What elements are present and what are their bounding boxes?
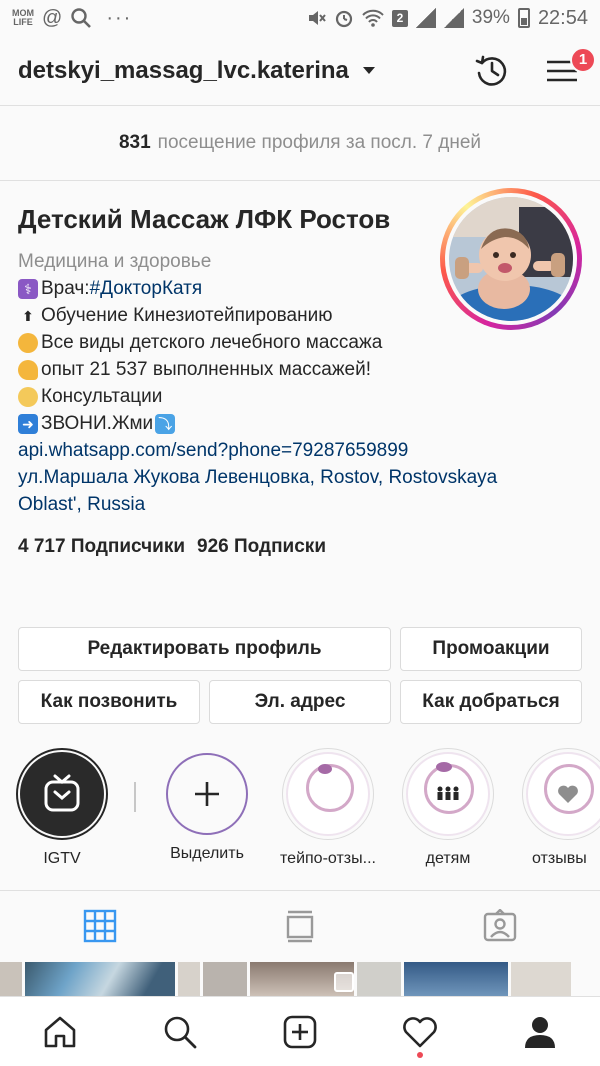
highlight-kids[interactable]: детям: [398, 748, 498, 868]
highlight-label: отзывы: [532, 850, 587, 867]
story-ring[interactable]: [440, 188, 582, 330]
profile-header: detskyi_massag_lvc.katerina 1: [0, 36, 600, 106]
bio-text: опыт 21 537 выполненных массажей!: [41, 359, 372, 380]
nav-activity[interactable]: [360, 997, 480, 1066]
hashtag-link[interactable]: #ДокторКатя: [90, 275, 203, 302]
momlife-app-icon: MOM LIFE: [12, 8, 34, 27]
follow-stats: 4 717 Подписчики 926 Подписки: [18, 536, 582, 558]
profile-name: Детский Массаж ЛФК Ростов: [18, 204, 391, 234]
tagged-person-icon: [483, 908, 517, 941]
search-status-icon: [71, 8, 92, 28]
bio-text: ЗВОНИ.Жми: [41, 413, 154, 434]
heart-activity-icon: [403, 1016, 437, 1047]
website-link[interactable]: api.whatsapp.com/send?phone=79287659899: [18, 437, 582, 464]
bottom-navigation: [0, 996, 600, 1066]
new-highlight-button[interactable]: Выделить: [157, 748, 257, 863]
bio-line-experience: опыт 21 537 выполненных массажей!: [18, 356, 582, 383]
battery-icon: [517, 8, 530, 28]
chevron-down-icon[interactable]: [362, 67, 375, 74]
medical-icon: ⚕: [18, 278, 38, 299]
carousel-icon: [334, 972, 354, 992]
profile-visits-banner[interactable]: 831 посещение профиля за посл. 7 дней: [0, 106, 600, 181]
nav-new-post[interactable]: [240, 997, 360, 1066]
promotions-button[interactable]: Промоакции: [400, 627, 582, 671]
avatar: [449, 197, 573, 321]
visits-count: 831: [118, 132, 151, 153]
edit-profile-button[interactable]: Редактировать профиль: [18, 627, 391, 671]
highlight-label: Выделить: [170, 845, 244, 862]
visits-text: посещение профиля за посл. 7 дней: [157, 132, 482, 153]
highlight-divider: [134, 782, 136, 812]
highlight-label: детям: [425, 850, 471, 867]
highlight-reviews[interactable]: отзывы: [518, 748, 600, 868]
bio-line-consult: Консультации: [18, 383, 582, 410]
alarm-icon: [335, 10, 353, 28]
down-arrow-icon: ⤵: [155, 413, 176, 434]
nav-home[interactable]: [0, 997, 120, 1066]
highlight-tape-reviews[interactable]: тейпо-отзы...: [278, 748, 378, 868]
signal-2-icon: [443, 8, 464, 28]
email-button[interactable]: Эл. адрес: [209, 680, 391, 724]
plus-icon: [195, 782, 219, 806]
call-button[interactable]: Как позвонить: [18, 680, 200, 724]
tab-feed[interactable]: [200, 891, 400, 960]
tab-grid[interactable]: [0, 891, 200, 960]
address-link[interactable]: ул.Маршала Жукова Левенцовка, Rostov, Ro…: [18, 464, 548, 518]
home-icon: [44, 1016, 76, 1047]
highlight-igtv[interactable]: IGTV: [12, 748, 112, 868]
signal-1-icon: [415, 8, 436, 28]
followers-count[interactable]: 4 717 Подписчики: [18, 536, 185, 558]
add-post-icon: [283, 1015, 317, 1048]
highlight-label: тейпо-отзы...: [280, 850, 376, 867]
nav-search[interactable]: [120, 997, 240, 1066]
profile-icon: [525, 1016, 555, 1048]
sim-badge: 2: [391, 9, 408, 27]
status-bar: MOM LIFE @ ··· 2 39% 22:54: [0, 0, 600, 36]
menu-button[interactable]: 1: [542, 46, 596, 91]
phone-arrow-icon: ➜: [18, 413, 38, 434]
username-switcher[interactable]: detskyi_massag_lvc.katerina: [18, 57, 349, 85]
more-notifications-icon: ···: [106, 6, 133, 29]
bio-text: Обучение Кинезиотейпированию: [41, 305, 333, 326]
activity-indicator-dot: [417, 1052, 423, 1058]
bio-line-massage: Все виды детского лечебного массажа: [18, 329, 582, 356]
clock: 22:54: [537, 6, 588, 29]
grid-icon: [83, 909, 117, 942]
profile-section: Детский Массаж ЛФК Ростов Медицина и здо…: [18, 188, 582, 558]
battery-percent: 39%: [471, 7, 510, 28]
profile-tabs: [0, 890, 600, 960]
at-icon: @: [42, 6, 63, 29]
bio-text: Консультации: [41, 386, 163, 407]
baby-icon: [18, 386, 38, 407]
bio-text: Все виды детского лечебного массажа: [41, 332, 383, 353]
nav-profile[interactable]: [480, 997, 600, 1066]
tab-tagged[interactable]: [400, 891, 600, 960]
highlight-label: IGTV: [43, 850, 81, 867]
top-arrow-icon: ⬆: [22, 307, 34, 324]
muscle-icon: [18, 359, 38, 380]
story-highlights: IGTV Выделить тейпо-отзы... детям отзывы: [0, 748, 600, 878]
mute-icon: [308, 11, 326, 25]
igtv-icon: [44, 774, 80, 812]
hands-icon: [18, 332, 38, 353]
feed-icon: [286, 910, 314, 942]
bio-line-call: ➜ ЗВОНИ.Жми ⤵: [18, 410, 582, 437]
bio-prefix: Врач:: [41, 278, 90, 299]
archive-button[interactable]: [472, 51, 512, 91]
search-icon: [164, 1016, 197, 1048]
wifi-icon: [362, 9, 384, 27]
directions-button[interactable]: Как добраться: [400, 680, 582, 724]
following-count[interactable]: 926 Подписки: [197, 536, 326, 558]
history-icon: [475, 55, 507, 86]
notification-badge: 1: [570, 46, 596, 73]
